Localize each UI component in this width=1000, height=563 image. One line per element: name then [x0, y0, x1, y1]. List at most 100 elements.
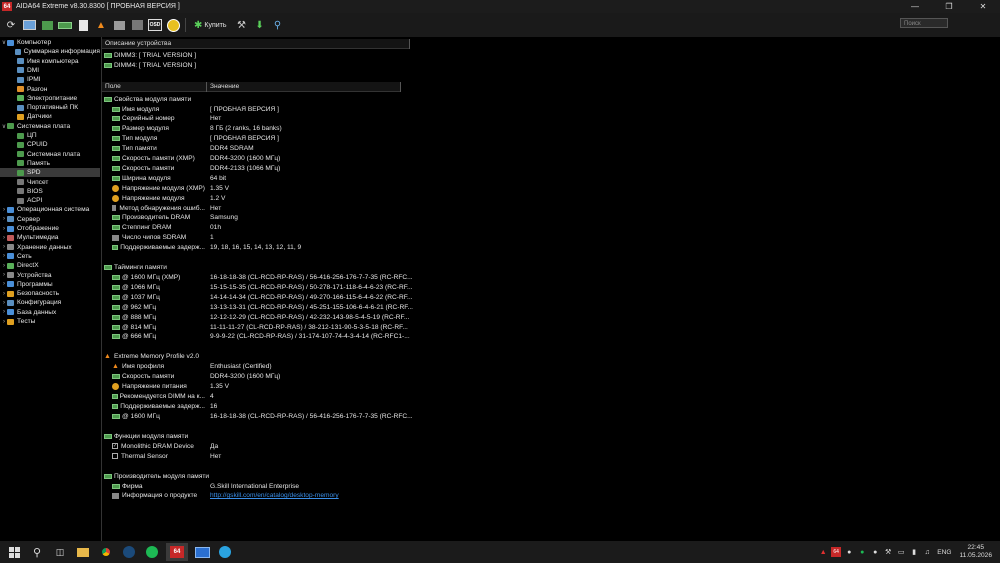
device-item[interactable]: DIMM3: [ TRIAL VERSION ] [104, 51, 196, 60]
detail-row[interactable]: Скорость памяти (XMP) DDR4-3200 (1600 МГц… [102, 154, 992, 164]
column-header-field[interactable]: Поле [102, 82, 206, 92]
detail-row[interactable]: Тип модуля [ ПРОБНАЯ ВЕРСИЯ ] [102, 134, 992, 144]
buy-button[interactable]: ✱ Купить [194, 20, 227, 31]
refresh-icon[interactable]: ⟳ [4, 18, 18, 32]
sidebar-item[interactable]: ∨ Компьютер [0, 38, 100, 47]
sidebar-item[interactable]: Портативный ПК [0, 103, 100, 112]
disk-icon[interactable] [130, 18, 144, 32]
detail-row[interactable]: @ 666 МГц 9-9-9-22 (CL-RCD-RP-RAS) / 31-1… [102, 332, 992, 342]
sidebar-item[interactable]: Память [0, 159, 100, 168]
aida64-tray-icon[interactable]: 64 [831, 547, 842, 557]
tools-icon[interactable]: ⚒ [235, 18, 249, 32]
sidebar-item[interactable]: Датчики [0, 112, 100, 121]
detail-row[interactable]: Напряжение модуля (XMP) 1.35 V [102, 183, 992, 193]
sidebar-item[interactable]: › Мультимедиа [0, 233, 100, 242]
sidebar-item[interactable]: ∨ Системная плата [0, 122, 100, 131]
cast-icon[interactable]: ▭ [896, 547, 906, 557]
steam-tray-icon[interactable]: ● [844, 547, 854, 557]
app-icon[interactable]: 64 [2, 2, 12, 11]
download-icon[interactable]: ⬇ [253, 18, 267, 32]
search-icon[interactable]: ⚲ [271, 18, 285, 32]
detail-row[interactable]: Поддерживаемые задерж... 16 [102, 401, 992, 411]
sidebar-item[interactable]: › Сервер [0, 215, 100, 224]
language-indicator[interactable]: ENG [937, 549, 951, 556]
detail-row[interactable]: Рекомендуется DIMM на к... 4 [102, 392, 992, 402]
group-header[interactable]: Производитель модуля памяти [104, 471, 209, 481]
sidebar-item[interactable]: Разгон [0, 85, 100, 94]
sidebar-item[interactable]: CPUID [0, 140, 100, 149]
sidebar-item[interactable]: › Тесты [0, 317, 100, 326]
sidebar-item[interactable]: › Программы [0, 280, 100, 289]
detail-row[interactable]: @ 1600 МГц 16-18-18-38 (CL-RCD-RP-RAS) / … [102, 411, 992, 421]
detail-row[interactable]: @ 888 МГц 12-12-12-29 (CL-RCD-RP-RAS) / 4… [102, 312, 992, 322]
sidebar-item[interactable]: › Операционная система [0, 205, 100, 214]
memory-icon[interactable] [58, 18, 72, 32]
detail-row[interactable]: Напряжение питания 1.35 V [102, 382, 992, 392]
remote-desktop-icon[interactable] [193, 543, 211, 561]
group-header[interactable]: ▲ Extreme Memory Profile v2.0 [104, 352, 199, 362]
detail-row[interactable]: Скорость памяти DDR4-3200 (1600 МГц) [102, 372, 992, 382]
detail-row[interactable]: @ 1066 МГц 15-15-15-35 (CL-RCD-RP-RAS) / … [102, 282, 992, 292]
file-explorer-icon[interactable] [74, 543, 92, 561]
sidebar-item[interactable]: ЦП [0, 131, 100, 140]
fire-icon[interactable]: ▲ [94, 18, 108, 32]
chrome-icon[interactable] [97, 543, 115, 561]
sidebar-item[interactable]: BIOS [0, 187, 100, 196]
sidebar-item[interactable]: Системная плата [0, 150, 100, 159]
tools-tray-icon[interactable]: ⚒ [883, 547, 893, 557]
close-button[interactable]: ✕ [966, 0, 1000, 13]
sidebar-item[interactable]: SPD [0, 168, 100, 178]
minimize-button[interactable]: — [898, 0, 932, 13]
detail-row[interactable]: Thermal Sensor Нет [102, 451, 992, 461]
sidebar-item[interactable]: Электропитание [0, 94, 100, 103]
osd-icon[interactable]: OSD [148, 18, 162, 32]
sidebar-item[interactable]: Суммарная информация [0, 47, 100, 56]
clock[interactable]: 22:45 11.05.2026 [959, 544, 992, 560]
aida-logo-icon[interactable] [166, 18, 180, 32]
detail-row[interactable]: Напряжение модуля 1.2 V [102, 193, 992, 203]
group-header[interactable]: Функции модуля памяти [104, 431, 188, 441]
sidebar-item[interactable]: › База данных [0, 308, 100, 317]
detail-row[interactable]: Фирма G.Skill International Enterprise [102, 481, 992, 491]
detail-row[interactable]: Поддерживаемые задерж... 19, 18, 16, 15, … [102, 243, 992, 253]
detail-row[interactable]: Скорость памяти DDR4-2133 (1066 МГц) [102, 163, 992, 173]
detail-row[interactable]: @ 814 МГц 11-11-11-27 (CL-RCD-RP-RAS) / 3… [102, 322, 992, 332]
group-header[interactable]: Тайминги памяти [104, 263, 167, 273]
bluetooth-icon[interactable]: ● [870, 547, 880, 557]
sidebar-item[interactable]: › Отображение [0, 224, 100, 233]
search-input[interactable]: Поиск [900, 18, 948, 28]
network-icon[interactable] [112, 18, 126, 32]
group-header[interactable]: Свойства модуля памяти [104, 94, 191, 104]
detail-row[interactable]: Метод обнаружения ошиб... Нет [102, 203, 992, 213]
search-icon[interactable]: ⚲ [28, 543, 46, 561]
detail-row[interactable]: @ 962 МГц 13-13-13-31 (CL-RCD-RP-RAS) / 4… [102, 302, 992, 312]
sidebar-item[interactable]: ACPI [0, 196, 100, 205]
sidebar-item[interactable]: › Безопасность [0, 289, 100, 298]
sidebar-item[interactable]: › Хранение данных [0, 243, 100, 252]
steam-icon[interactable] [120, 543, 138, 561]
detail-row[interactable]: Имя модуля [ ПРОБНАЯ ВЕРСИЯ ] [102, 104, 992, 114]
detail-row[interactable]: ▲ Имя профиля Enthusiast (Certified) [102, 362, 992, 372]
telegram-icon[interactable] [216, 543, 234, 561]
detail-row[interactable]: Ширина модуля 64 bit [102, 173, 992, 183]
sidebar-item[interactable]: › Устройства [0, 271, 100, 280]
detail-row[interactable]: @ 1037 МГц 14-14-14-34 (CL-RCD-RP-RAS) / … [102, 292, 992, 302]
start-icon[interactable] [5, 543, 23, 561]
amd-icon[interactable]: ▲ [818, 547, 828, 557]
product-info-link[interactable]: http://gskill.com/en/catalog/desktop-mem… [210, 492, 339, 499]
device-item[interactable]: DIMM4: [ TRIAL VERSION ] [104, 61, 196, 70]
sidebar-item[interactable]: › DirectX [0, 261, 100, 270]
detail-row[interactable]: @ 1600 МГц (XMP) 16-18-18-38 (CL-RCD-RP-R… [102, 273, 992, 283]
detail-row[interactable]: Размер модуля 8 ГБ (2 ranks, 16 banks) [102, 124, 992, 134]
sidebar-item[interactable]: › Сеть [0, 252, 100, 261]
detail-row[interactable]: ✓ Monolithic DRAM Device Да [102, 441, 992, 451]
detail-row[interactable]: Производитель DRAM Samsung [102, 213, 992, 223]
maximize-button[interactable]: ❐ [932, 0, 966, 13]
sidebar-item[interactable]: Имя компьютера [0, 57, 100, 66]
sidebar-item[interactable]: › Конфигурация [0, 298, 100, 307]
detail-row[interactable]: Информация о продукте http://gskill.com/e… [102, 491, 992, 501]
column-header-value[interactable]: Значение [207, 82, 400, 92]
task-view-icon[interactable]: ◫ [51, 543, 69, 561]
detail-row[interactable]: Число чипов SDRAM 1 [102, 233, 992, 243]
volume-icon[interactable]: ♫ [922, 547, 932, 557]
